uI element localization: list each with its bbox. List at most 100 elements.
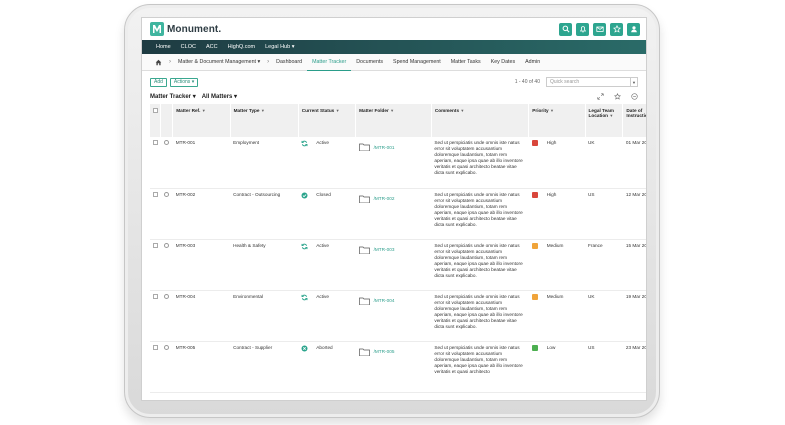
record-count: 1 - 40 of 40 (514, 79, 540, 85)
view-selector[interactable]: Matter Tracker ▾ (150, 93, 196, 100)
cell-location: France (585, 239, 623, 291)
brand-logo[interactable]: Monument. (150, 22, 221, 36)
cell-ref[interactable]: MTR-002 (172, 188, 231, 240)
header-location[interactable]: Legal Team Location ▼ (585, 104, 624, 137)
cell-comment: Sed ut perspiciatis unde omnis iste natu… (431, 290, 529, 342)
folder-link[interactable]: /MTR-005 (374, 349, 395, 354)
cell-ref[interactable]: MTR-004 (172, 290, 231, 342)
row-checkbox[interactable] (153, 140, 158, 145)
row-menu-icon[interactable] (163, 191, 169, 197)
cell-folder[interactable]: /MTR-005 (355, 341, 432, 393)
cell-ref[interactable]: MTR-001 (172, 137, 231, 189)
tab-matter-tasks[interactable]: Matter Tasks (446, 54, 486, 71)
row-checkbox[interactable] (153, 242, 158, 248)
header-priority[interactable]: Priority ▼ (528, 104, 586, 137)
table-row[interactable]: MTR-005 Contract - Supplier Aborted /MTR… (150, 341, 646, 393)
folder-icon (358, 348, 370, 356)
cell-status: Active (298, 137, 356, 189)
tab-documents[interactable]: Documents (351, 54, 388, 71)
cell-location: UK (585, 137, 623, 189)
user-icon[interactable] (627, 22, 640, 36)
search-placeholder: Quick search (550, 79, 580, 85)
folder-link[interactable]: /MTR-001 (374, 145, 395, 150)
favourite-star-icon[interactable] (614, 92, 621, 100)
more-options-icon[interactable] (631, 92, 638, 100)
row-menu-icon[interactable] (163, 242, 169, 248)
header-control (160, 104, 174, 137)
sort-icon: ▼ (335, 108, 340, 113)
row-menu-icon[interactable] (163, 140, 169, 145)
row-menu-icon[interactable] (163, 293, 169, 299)
cell-priority: Medium (528, 290, 586, 342)
nav-cloc[interactable]: CLOC (181, 44, 196, 50)
cell-folder[interactable]: /MTR-002 (355, 188, 432, 240)
cell-folder[interactable]: /MTR-004 (355, 290, 432, 342)
star-icon[interactable] (610, 22, 623, 36)
tab-spend-management[interactable]: Spend Management (388, 54, 446, 71)
cell-type: Contract - Outsourcing (230, 188, 299, 240)
cell-folder[interactable]: /MTR-001 (355, 137, 432, 189)
row-menu-icon[interactable] (163, 344, 169, 350)
priority-label: High (546, 140, 557, 145)
row-checkbox[interactable] (153, 293, 158, 299)
nav-highq[interactable]: HighQ.com (228, 44, 256, 50)
tab-dashboard[interactable]: Dashboard (271, 54, 307, 71)
tab-key-dates[interactable]: Key Dates (486, 54, 520, 71)
tab-matter-tracker[interactable]: Matter Tracker (307, 54, 352, 71)
brand-name: Monument. (167, 23, 222, 35)
row-checkbox[interactable] (153, 191, 158, 197)
nav-home[interactable]: Home (156, 44, 171, 50)
folder-link[interactable]: /MTR-004 (374, 298, 395, 303)
cell-folder[interactable]: /MTR-003 (355, 239, 432, 291)
scope-selector[interactable]: All Matters ▾ (202, 93, 237, 100)
cell-status: Active (298, 239, 356, 291)
header-matter-folder[interactable]: Matter Folder ▼ (355, 104, 432, 137)
folder-link[interactable]: /MTR-003 (374, 247, 395, 252)
section-dropdown[interactable]: Matter & Document Management ▾ (173, 54, 265, 71)
folder-icon (358, 143, 370, 151)
cell-ref[interactable]: MTR-005 (172, 341, 231, 393)
cell-date: 12 Mar 2018 (622, 188, 646, 240)
actions-button[interactable]: Actions ▾ (169, 77, 199, 87)
tab-admin[interactable]: Admin (520, 54, 545, 71)
header-current-status[interactable]: Current Status ▼ (298, 104, 357, 137)
priority-swatch (531, 140, 538, 146)
toolbar: Add Actions ▾ 1 - 40 of 40 Quick search … (142, 75, 646, 89)
quick-search-input[interactable]: Quick search ▼ (546, 77, 638, 87)
status-label: Active (316, 242, 329, 248)
nav-acc[interactable]: ACC (206, 44, 218, 50)
sort-icon: ▼ (460, 108, 465, 113)
expand-icon[interactable] (597, 92, 604, 100)
priority-swatch (531, 293, 538, 300)
chevron-down-icon[interactable]: ▼ (630, 78, 637, 86)
row-checkbox[interactable] (153, 344, 158, 350)
cell-date: 15 Mar 2018 (622, 239, 646, 291)
status-label: Closed (316, 191, 331, 197)
cell-ref[interactable]: MTR-003 (172, 239, 231, 291)
sort-icon: ▼ (609, 113, 614, 118)
table-row[interactable]: MTR-003 Health & Safety Active /MTR-003 … (150, 239, 646, 291)
priority-swatch (531, 242, 538, 249)
add-button[interactable]: Add (150, 77, 167, 87)
search-icon[interactable] (559, 22, 572, 36)
header-matter-ref[interactable]: Matter Ref. ▼ (172, 104, 231, 137)
table-header-row: Matter Ref. ▼ Matter Type ▼ Current Stat… (150, 104, 646, 137)
select-all-checkbox[interactable] (153, 108, 158, 113)
cell-date: 01 Mar 2018 (622, 137, 646, 189)
home-icon[interactable] (150, 54, 167, 71)
sync-icon (301, 243, 308, 250)
table-row[interactable]: MTR-002 Contract - Outsourcing Closed /M… (150, 188, 646, 240)
table-row[interactable]: MTR-004 Environmental Active /MTR-004 Se… (150, 290, 646, 342)
mail-icon[interactable] (593, 22, 606, 36)
cell-comment: Sed ut perspiciatis unde omnis iste natu… (431, 341, 529, 393)
header-matter-type[interactable]: Matter Type ▼ (230, 104, 299, 137)
folder-link[interactable]: /MTR-002 (374, 196, 395, 201)
header-comments[interactable]: Comments ▼ (431, 104, 530, 137)
bell-icon[interactable] (576, 22, 589, 36)
nav-legal-hub[interactable]: Legal Hub ▾ (265, 44, 294, 50)
table-row[interactable]: MTR-001 Employment Active /MTR-001 Sed u… (150, 137, 646, 189)
top-header: Monument. (142, 18, 646, 40)
sort-icon: ▼ (201, 108, 206, 113)
header-date[interactable]: Date of Instruction (622, 104, 646, 137)
priority-swatch (531, 344, 538, 351)
